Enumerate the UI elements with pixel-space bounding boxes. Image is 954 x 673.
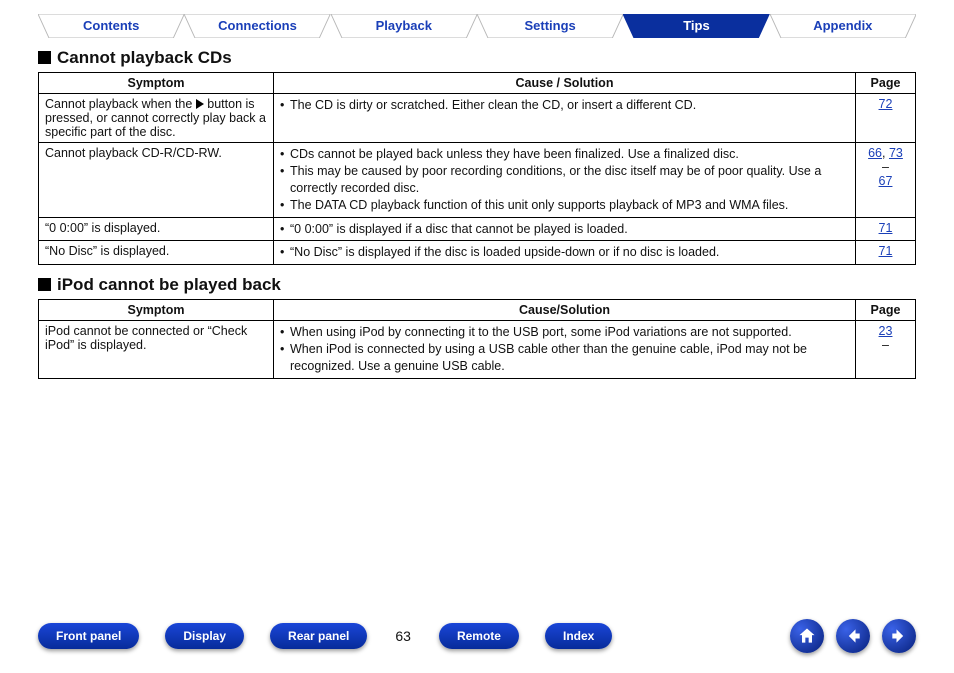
tab-appendix[interactable]: Appendix [770,14,916,38]
col-header-symptom: Symptom [39,73,274,94]
section-heading: Cannot playback CDs [38,48,916,68]
troubleshooting-table: SymptomCause / SolutionPage Cannot playba… [38,72,916,265]
page-cell: 71 [856,241,916,265]
display-button[interactable]: Display [165,623,244,649]
tab-tips[interactable]: Tips [623,14,769,38]
prev-icon[interactable] [836,619,870,653]
cause-item: CDs cannot be played back unless they ha… [280,146,849,163]
cause-cell: When using iPod by connecting it to the … [274,321,856,379]
page-cell: 23– [856,321,916,379]
cause-item: The CD is dirty or scratched. Either cle… [280,97,849,114]
home-icon[interactable] [790,619,824,653]
page-link[interactable]: 73 [889,146,903,160]
symptom-cell: “0 0:00” is displayed. [39,217,274,241]
section-heading: iPod cannot be played back [38,275,916,295]
col-header-symptom: Symptom [39,300,274,321]
tab-settings[interactable]: Settings [477,14,623,38]
top-nav-tabs: ContentsConnectionsPlaybackSettingsTipsA… [38,14,916,38]
square-bullet-icon [38,51,51,64]
page-link[interactable]: 71 [879,244,893,258]
col-header-cause: Cause / Solution [274,73,856,94]
cause-cell: The CD is dirty or scratched. Either cle… [274,94,856,143]
page-cell: 66, 73–67 [856,143,916,218]
page-link[interactable]: 67 [879,174,893,188]
tab-contents[interactable]: Contents [38,14,184,38]
remote-button[interactable]: Remote [439,623,519,649]
page-cell: 71 [856,217,916,241]
index-button[interactable]: Index [545,623,612,649]
table-row: “No Disc” is displayed. “No Disc” is disp… [39,241,916,265]
col-header-page: Page [856,300,916,321]
table-row: Cannot playback CD-R/CD-RW. CDs cannot be… [39,143,916,218]
tab-playback[interactable]: Playback [331,14,477,38]
tab-connections[interactable]: Connections [184,14,330,38]
table-row: “0 0:00” is displayed. “0 0:00” is displa… [39,217,916,241]
square-bullet-icon [38,278,51,291]
col-header-page: Page [856,73,916,94]
troubleshooting-table: SymptomCause/SolutionPage iPod cannot be … [38,299,916,379]
page-link[interactable]: 23 [879,324,893,338]
cause-item: When using iPod by connecting it to the … [280,324,849,341]
page-link[interactable]: 66 [868,146,882,160]
rear-panel-button[interactable]: Rear panel [270,623,367,649]
symptom-cell: Cannot playback when the button is press… [39,94,274,143]
footer-bar: Front panel Display Rear panel 63 Remote In… [38,619,916,653]
symptom-cell: “No Disc” is displayed. [39,241,274,265]
next-icon[interactable] [882,619,916,653]
cause-item: The DATA CD playback function of this un… [280,197,849,214]
col-header-cause: Cause/Solution [274,300,856,321]
page-cell: 72 [856,94,916,143]
play-icon [196,99,204,109]
cause-cell: CDs cannot be played back unless they ha… [274,143,856,218]
table-row: iPod cannot be connected or “Check iPod”… [39,321,916,379]
symptom-cell: iPod cannot be connected or “Check iPod”… [39,321,274,379]
symptom-cell: Cannot playback CD-R/CD-RW. [39,143,274,218]
page-link[interactable]: 71 [879,221,893,235]
table-row: Cannot playback when the button is press… [39,94,916,143]
page-number: 63 [395,628,411,644]
page-link[interactable]: 72 [879,97,893,111]
front-panel-button[interactable]: Front panel [38,623,139,649]
cause-item: When iPod is connected by using a USB ca… [280,341,849,375]
cause-cell: “0 0:00” is displayed if a disc that can… [274,217,856,241]
cause-cell: “No Disc” is displayed if the disc is lo… [274,241,856,265]
cause-item: “0 0:00” is displayed if a disc that can… [280,221,849,238]
cause-item: “No Disc” is displayed if the disc is lo… [280,244,849,261]
cause-item: This may be caused by poor recording con… [280,163,849,197]
